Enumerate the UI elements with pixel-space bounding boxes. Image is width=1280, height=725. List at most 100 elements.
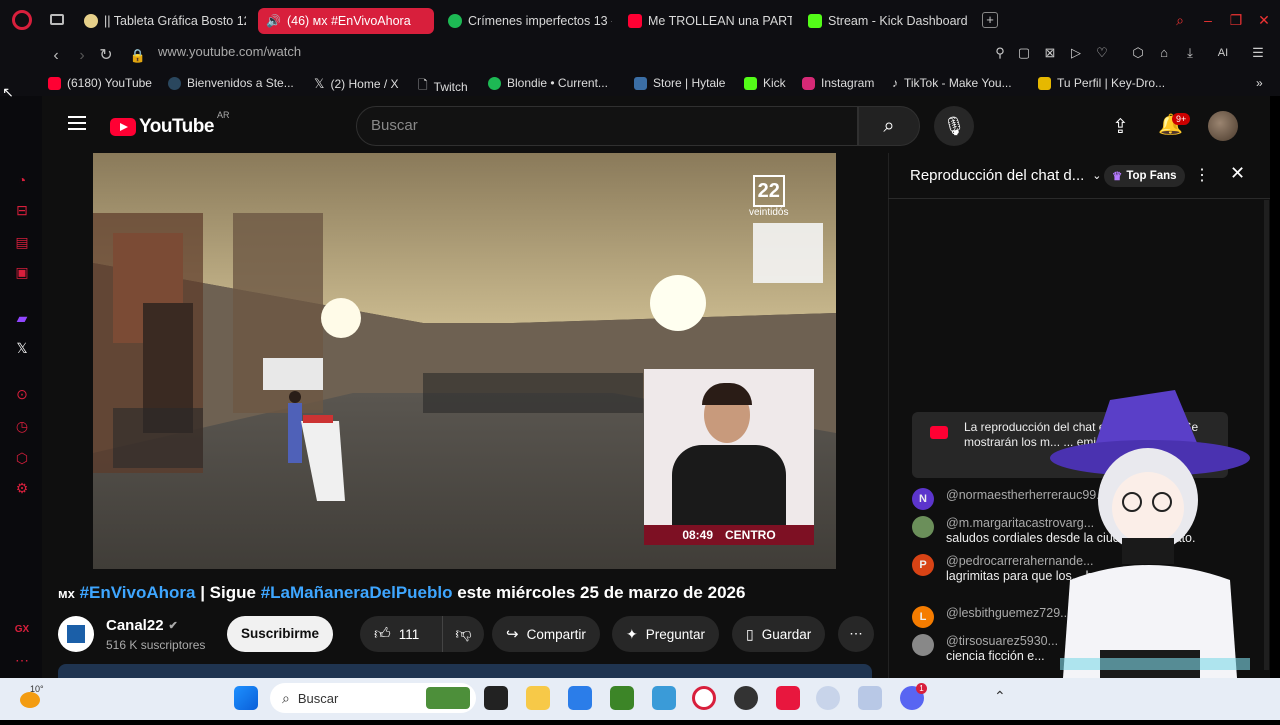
video-player[interactable]: 22 veintidós 08:49 CENTRO [93, 153, 836, 569]
chat-avatar: P [912, 554, 934, 576]
bookmark-kick[interactable]: Kick [744, 76, 786, 90]
easy-setup-icon[interactable]: ☰ [1250, 45, 1266, 61]
crown-icon: ♛ [1112, 171, 1123, 183]
bookmark-hytale[interactable]: Store | Hytale [634, 76, 725, 90]
url-field[interactable]: www.youtube.com/watch [158, 44, 301, 59]
top-fans-label: Top Fans [1126, 170, 1177, 182]
bookmark-twitch[interactable]: 🗋 Twitch [418, 76, 468, 97]
bookmark-label: TikTok - Make You... [904, 76, 1012, 90]
x-sidebar-icon[interactable]: 𝕏 [14, 340, 30, 356]
watermark-number: 22 [752, 175, 785, 207]
chat-options-icon[interactable]: ⋮ [1194, 165, 1210, 185]
extensions-sidebar-icon[interactable]: ⬡ [14, 450, 30, 466]
file-explorer-icon[interactable] [526, 686, 550, 710]
extensions-icon[interactable]: ⬡ [1130, 45, 1146, 61]
app-icon[interactable] [858, 686, 882, 710]
heart-icon[interactable]: ♡ [1094, 45, 1110, 61]
hashtag-lamananera[interactable]: #LaMañaneraDelPueblo [261, 583, 453, 602]
taskbar-search[interactable]: ⌕ Buscar [270, 683, 476, 713]
sign-language-inset [644, 369, 814, 541]
description-box[interactable] [58, 664, 872, 678]
new-tab-button[interactable]: + [982, 12, 998, 28]
youtube-notice-icon [930, 426, 948, 439]
subscribe-button[interactable]: Suscribirme [227, 616, 334, 652]
windows-start-icon[interactable] [234, 686, 258, 710]
upload-icon[interactable]: ⇪ [1112, 114, 1129, 139]
download-icon[interactable]: ⤓ [1182, 45, 1198, 61]
bookmark-tiktok[interactable]: ♪ TikTok - Make You... [892, 76, 1012, 90]
dislike-button[interactable]: 👎︎ [442, 616, 484, 652]
share-button[interactable]: ↪ Compartir [492, 616, 600, 652]
weather-widget[interactable]: 10° [18, 684, 44, 710]
tray-chevron-icon[interactable]: ⌃ [994, 688, 1006, 705]
avatar[interactable] [1208, 111, 1238, 141]
gx-icon[interactable]: GX [14, 622, 30, 638]
bookmark-blondie[interactable]: Blondie • Current... [488, 76, 608, 90]
crypto-wallet-icon[interactable]: ⊟ [14, 202, 30, 218]
save-button[interactable]: ▯ Guardar [732, 616, 826, 652]
adblock-icon[interactable]: ⊠ [1042, 45, 1058, 61]
more-actions-button[interactable]: ⋯ [838, 616, 874, 652]
messenger-icon[interactable]: ▣ [14, 264, 30, 280]
more-sidebar-icon[interactable]: ⋯ [14, 652, 30, 668]
bookmark-keydrop[interactable]: Tu Perfil | Key-Dro... [1038, 76, 1165, 90]
like-button[interactable]: 👍︎ 111 [360, 616, 442, 652]
tab-tableta[interactable]: || Tableta Gráfica Bosto 12 [76, 8, 246, 34]
bookmark-instagram[interactable]: Instagram [802, 76, 874, 90]
ai-icon[interactable]: AI [1208, 45, 1238, 61]
vtube-studio-icon[interactable] [816, 686, 840, 710]
chat-scrollbar[interactable] [1264, 200, 1269, 670]
search-icon[interactable]: ⌕ [858, 106, 920, 146]
play-icon[interactable]: ▷ [1068, 45, 1084, 61]
more-bookmarks-icon[interactable]: » [1256, 76, 1263, 90]
search-tabs-icon[interactable]: ⌕ [1172, 12, 1188, 28]
close-chat-icon[interactable]: ✕ [1230, 163, 1245, 184]
top-fans-badge[interactable]: ♛ Top Fans [1104, 165, 1185, 187]
channel-name[interactable]: Canal22 ✔ [106, 617, 178, 634]
pin-icon[interactable]: ⚲ [992, 45, 1008, 61]
ask-button[interactable]: ✦ Preguntar [612, 616, 720, 652]
opera-logo-icon[interactable] [12, 10, 32, 30]
bookmark-x[interactable]: 𝕏 (2) Home / X [314, 76, 399, 92]
forward-icon[interactable]: › [72, 46, 92, 66]
twitch-sidebar-icon[interactable]: ▰ [14, 310, 30, 326]
close-window-icon[interactable]: ✕ [1256, 12, 1272, 28]
player-icon[interactable]: ⊙ [14, 386, 30, 402]
tab-youtube-troll[interactable]: Me TROLLEAN una PARTI [620, 8, 792, 34]
bookmark-steam[interactable]: Bienvenidos a Ste... [168, 76, 294, 90]
photos-icon[interactable] [652, 686, 676, 710]
bookmark-youtube[interactable]: (6180) YouTube [48, 76, 152, 90]
tiktok-live-icon[interactable] [776, 686, 800, 710]
microsoft-store-icon[interactable] [568, 686, 592, 710]
tab-youtube-active[interactable]: 🔊 (46) мх #EnVivoAhora [258, 8, 434, 34]
back-icon[interactable]: ‹ [46, 46, 66, 66]
wallet-icon[interactable]: ⌂ [1156, 45, 1172, 61]
tab-kick[interactable]: Stream - Kick Dashboard [800, 8, 972, 34]
task-view-icon[interactable] [484, 686, 508, 710]
history-icon[interactable]: ◷ [14, 418, 30, 434]
tab-label: Crímenes imperfectos 13 - [468, 14, 612, 28]
menu-icon[interactable] [68, 116, 86, 130]
reload-icon[interactable]: ↻ [96, 46, 116, 66]
search-highlight-icon [426, 687, 470, 709]
obs-icon[interactable] [734, 686, 758, 710]
snapshot-icon[interactable]: ▢ [1016, 45, 1032, 61]
search-input[interactable]: Buscar [356, 106, 858, 146]
tab-spotify[interactable]: Crímenes imperfectos 13 - [440, 8, 612, 34]
tab-switcher-icon[interactable] [50, 14, 64, 25]
microphone-icon[interactable]: 🎙 [934, 106, 974, 146]
channel-avatar[interactable] [58, 616, 94, 652]
gx-corner-icon[interactable]: ▤ [14, 234, 30, 250]
settings-icon[interactable]: ⚙ [14, 480, 30, 496]
chat-title[interactable]: Reproducción del chat d... ⌄ [910, 167, 1102, 184]
youtube-logo[interactable]: YouTube AR [110, 110, 229, 138]
opera-gx-taskbar-icon[interactable] [692, 686, 716, 710]
aria-icon[interactable]: ◔ [14, 172, 30, 188]
chat-avatar: L [912, 606, 934, 628]
browser-sidebar: ↖ ◔ ⊟ ▤ ▣ ▰ 𝕏 ⊙ ◷ ⬡ ⚙ GX ⋯ [0, 84, 42, 678]
maximize-icon[interactable]: ❐ [1228, 12, 1244, 28]
minimize-icon[interactable]: – [1200, 12, 1216, 28]
minecraft-icon[interactable] [610, 686, 634, 710]
speaker-icon: 🔊 [266, 14, 281, 28]
hashtag-envivoahora[interactable]: #EnVivoAhora [80, 583, 196, 602]
